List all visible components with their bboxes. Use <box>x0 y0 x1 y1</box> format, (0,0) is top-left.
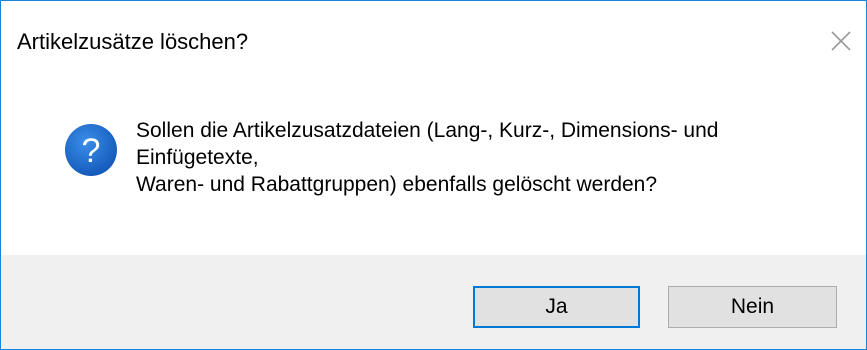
message-line: Sollen die Artikelzusatzdateien (Lang-, … <box>136 119 719 142</box>
question-glyph: ? <box>82 132 101 170</box>
button-bar: Ja Nein <box>1 255 866 349</box>
message-line: Waren- und Rabattgruppen) ebenfalls gelö… <box>136 173 658 196</box>
close-button[interactable] <box>816 19 866 63</box>
dialog-content: ? Sollen die Artikelzusatzdateien (Lang-… <box>1 79 866 255</box>
message-dialog: Artikelzusätze löschen? ? Sollen die Art… <box>0 0 867 350</box>
message-line: Einfügetexte, <box>136 146 259 169</box>
question-icon: ? <box>65 124 117 176</box>
title-bar: Artikelzusätze löschen? <box>1 1 866 79</box>
yes-button[interactable]: Ja <box>473 286 640 328</box>
close-icon <box>831 31 851 51</box>
dialog-title: Artikelzusätze löschen? <box>17 29 249 54</box>
no-button[interactable]: Nein <box>668 286 837 328</box>
dialog-message: Sollen die Artikelzusatzdateien (Lang-, … <box>136 117 836 198</box>
